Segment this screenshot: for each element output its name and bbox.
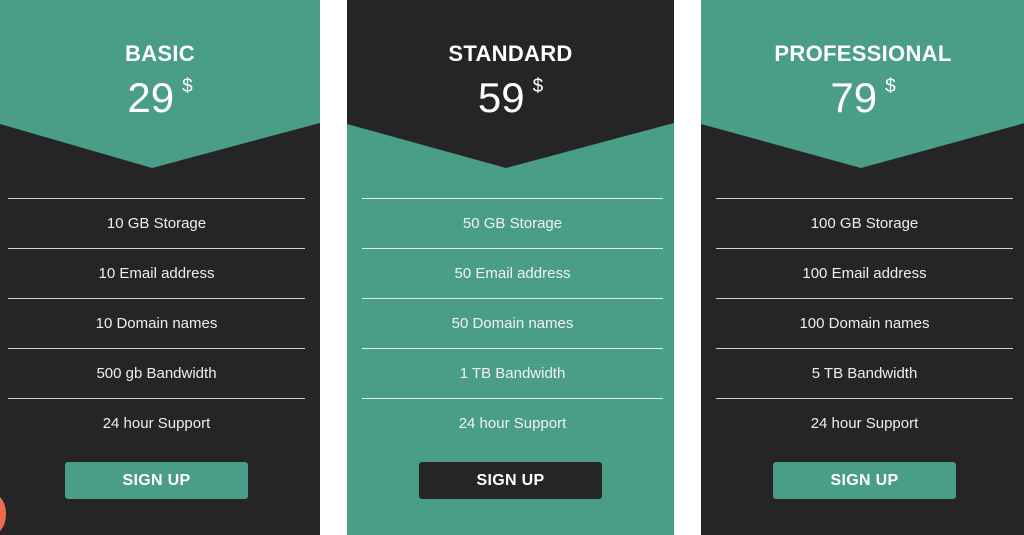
price-amount: 79 <box>830 74 878 121</box>
feature-list: 50 GB Storage 50 Email address 50 Domain… <box>362 198 663 448</box>
pricing-section: BASIC 29 $ 10 GB Storage 10 Email address… <box>0 0 1024 535</box>
plan-price: 79 $ <box>701 74 1024 132</box>
plan-name: STANDARD <box>448 41 573 66</box>
feature-domains: 100 Domain names <box>716 298 1013 348</box>
feature-bandwidth: 1 TB Bandwidth <box>362 348 663 398</box>
feature-bandwidth: 500 gb Bandwidth <box>8 348 305 398</box>
plan-name: BASIC <box>125 41 195 66</box>
feature-bandwidth: 5 TB Bandwidth <box>716 348 1013 398</box>
feature-email: 100 Email address <box>716 248 1013 298</box>
sign-up-button-basic[interactable]: SIGN UP <box>65 462 248 499</box>
price-amount: 29 <box>127 74 175 121</box>
plan-price: 29 $ <box>0 74 320 132</box>
currency-symbol: $ <box>182 76 193 97</box>
feature-support: 24 hour Support <box>716 398 1013 448</box>
currency-symbol: $ <box>532 76 544 97</box>
sign-up-button-professional[interactable]: SIGN UP <box>773 462 956 499</box>
feature-storage: 50 GB Storage <box>362 198 663 248</box>
feature-list: 100 GB Storage 100 Email address 100 Dom… <box>716 198 1013 448</box>
feature-support: 24 hour Support <box>362 398 663 448</box>
feature-domains: 50 Domain names <box>362 298 663 348</box>
feature-domains: 10 Domain names <box>8 298 305 348</box>
feature-support: 24 hour Support <box>8 398 305 448</box>
feature-list: 10 GB Storage 10 Email address 10 Domain… <box>8 198 305 448</box>
sign-up-button-standard[interactable]: SIGN UP <box>419 462 602 499</box>
price-amount: 59 <box>477 74 525 121</box>
currency-symbol: $ <box>885 76 896 97</box>
feature-storage: 10 GB Storage <box>8 198 305 248</box>
plan-name: PROFESSIONAL <box>774 41 952 66</box>
feature-email: 50 Email address <box>362 248 663 298</box>
pricing-card-standard: STANDARD 59 $ 50 GB Storage 50 Email addr… <box>347 0 674 535</box>
plan-price: 59 $ <box>347 74 674 132</box>
feature-storage: 100 GB Storage <box>716 198 1013 248</box>
feature-email: 10 Email address <box>8 248 305 298</box>
pricing-card-professional: PROFESSIONAL 79 $ 100 GB Storage 100 Emai… <box>701 0 1024 535</box>
pricing-card-basic: BASIC 29 $ 10 GB Storage 10 Email address… <box>0 0 320 535</box>
